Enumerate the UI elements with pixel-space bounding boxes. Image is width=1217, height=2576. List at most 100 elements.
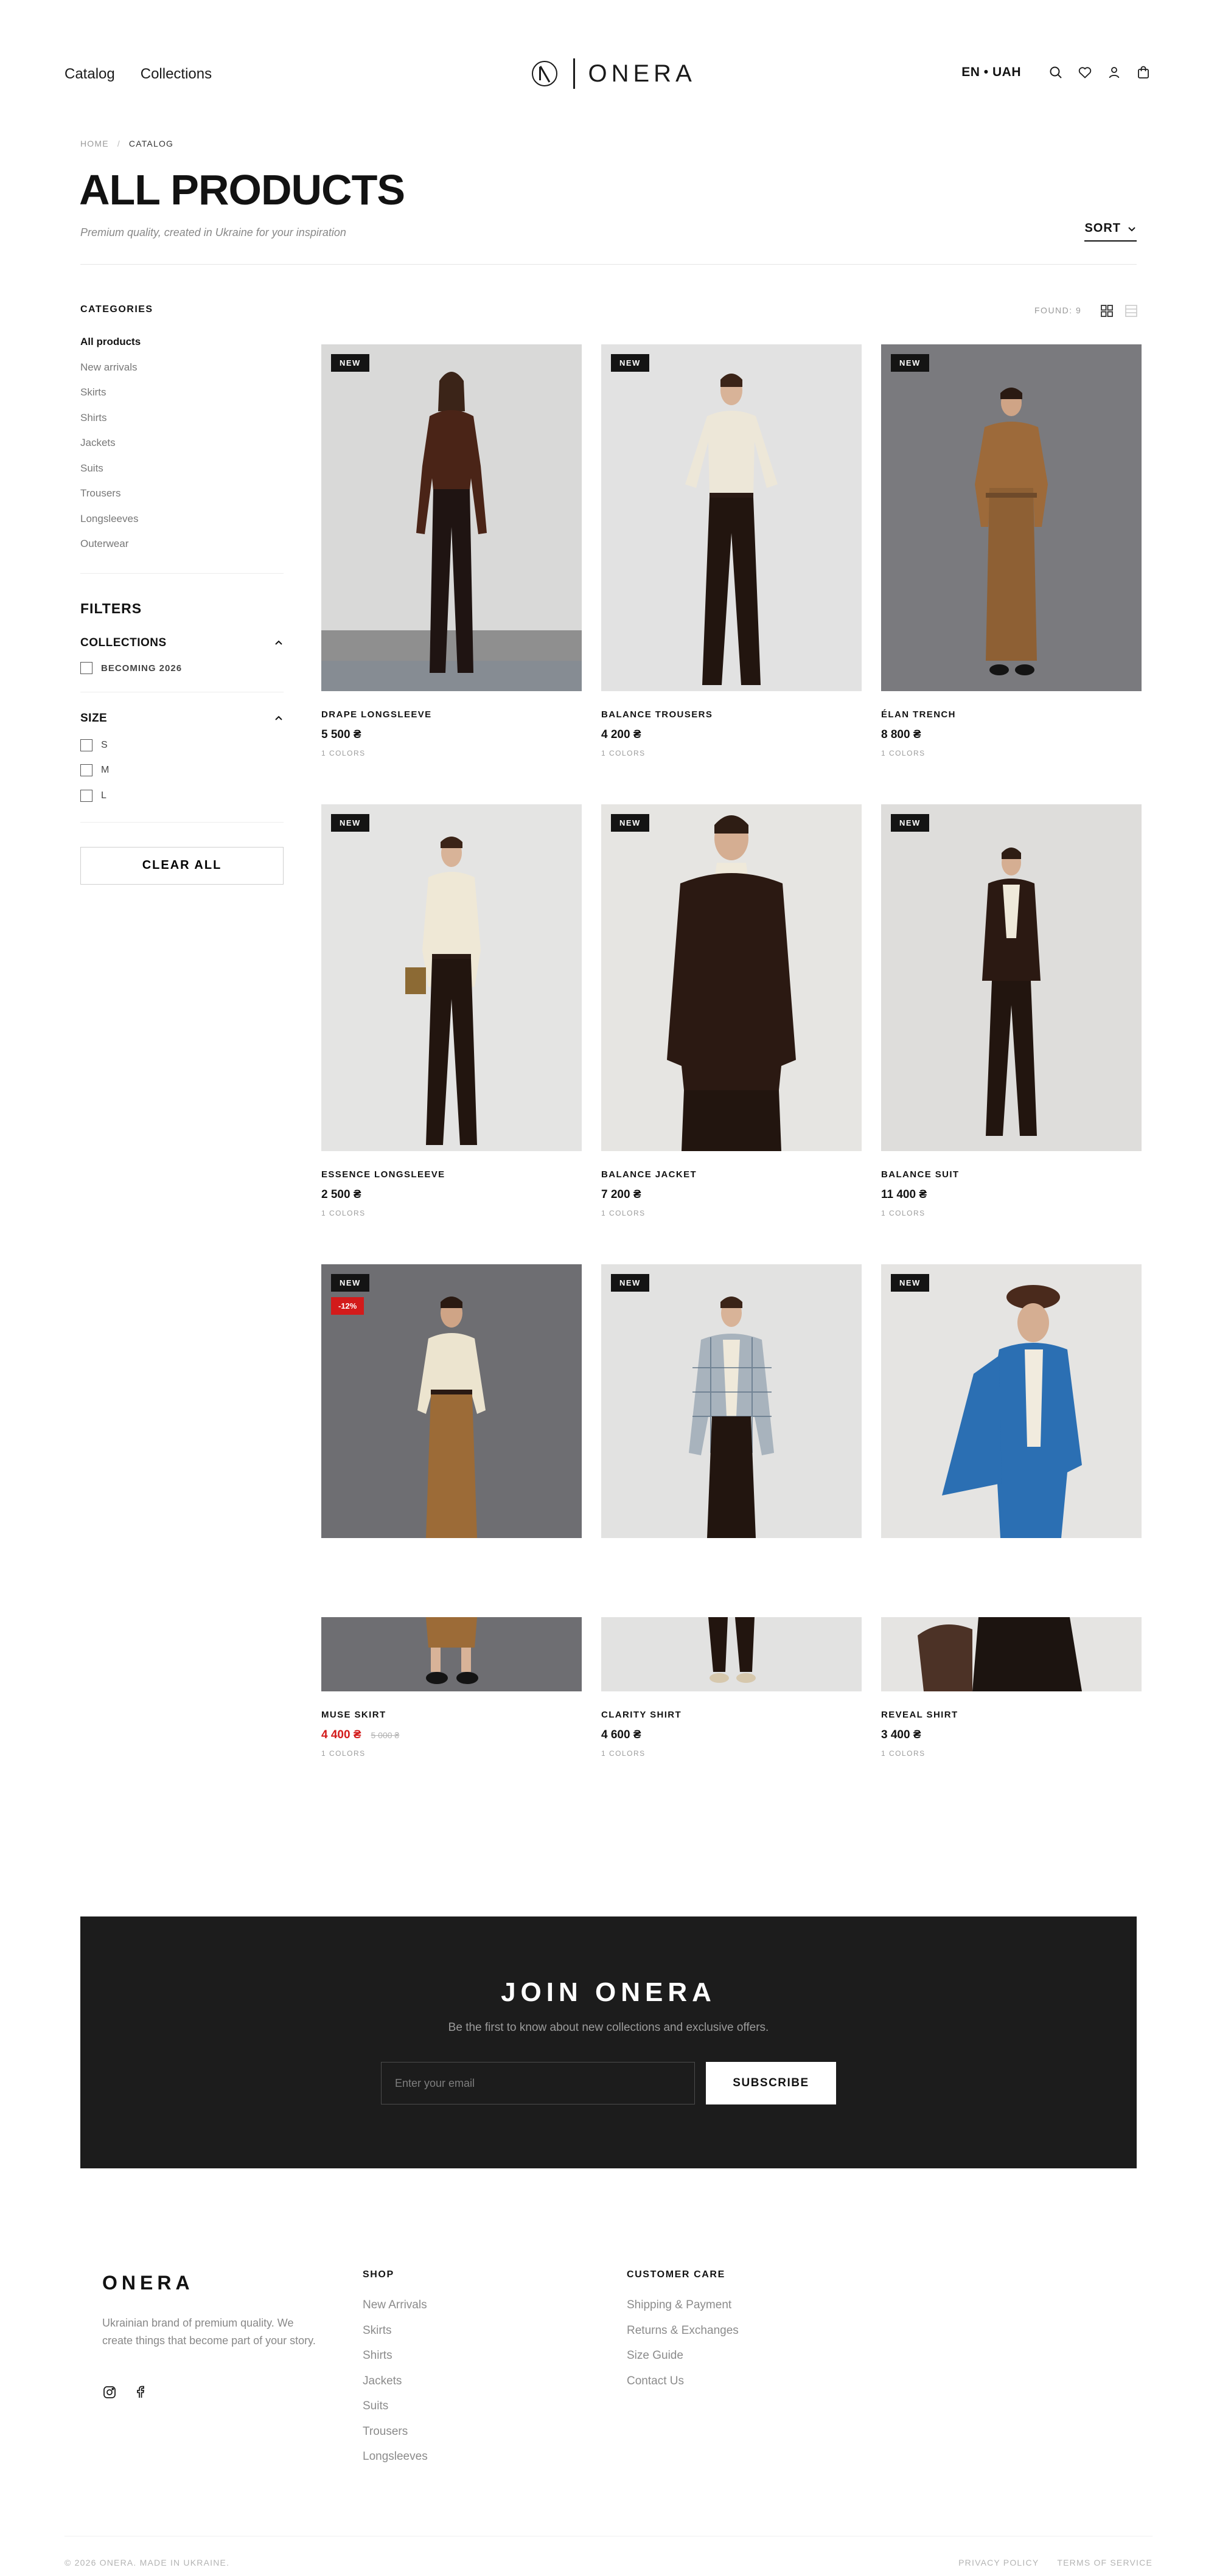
size-options: S M L <box>80 733 284 809</box>
product-image[interactable]: NEW <box>881 1264 1142 1538</box>
product-card[interactable]: NEW BALANCE JACKET 7 200 ₴ 1 COLORS <box>601 804 862 1217</box>
product-image-bottom[interactable] <box>601 1617 862 1691</box>
product-card[interactable]: NEW BALANCE SUIT 11 400 ₴ 1 COLORS <box>881 804 1142 1217</box>
product-colors: 1 COLORS <box>321 1749 366 1758</box>
product-card[interactable]: NEW ESSENCE LONGSLEEVE 2 500 ₴ 1 COLORS <box>321 804 582 1217</box>
product-name[interactable]: ÉLAN TRENCH <box>881 709 1142 720</box>
chevron-up-icon <box>275 640 282 645</box>
size-checkbox[interactable] <box>80 764 92 777</box>
product-image[interactable]: NEW <box>321 344 582 691</box>
product-card[interactable]: NEW DRAPE LONGSLEEVE 5 500 ₴ 1 COLORS <box>321 344 582 757</box>
filter-sidebar: CATEGORIES All products New arrivals Ski… <box>80 304 284 885</box>
header-actions: EN • UAH <box>961 63 1152 82</box>
category-jackets[interactable]: Jackets <box>80 437 284 462</box>
product-card[interactable]: NEW ÉLAN TRENCH 8 800 ₴ 1 COLORS <box>881 344 1142 757</box>
category-new-arrivals[interactable]: New arrivals <box>80 361 284 387</box>
search-icon[interactable] <box>1047 63 1065 82</box>
size-checkbox[interactable] <box>80 739 92 751</box>
product-card[interactable]: NEW CLARITY SHIRT 4 600 ₴ 1 COLORS <box>601 1264 862 1758</box>
subscribe-button[interactable]: SUBSCRIBE <box>706 2062 836 2104</box>
privacy-policy-link[interactable]: PRIVACY POLICY <box>958 2558 1039 2567</box>
product-price: 4 200 ₴ <box>601 728 641 741</box>
copyright-text: © 2026 ONERA. MADE IN UKRAINE. <box>65 2558 230 2567</box>
product-image[interactable]: NEW -12% <box>321 1264 582 1538</box>
footer-shop-heading: SHOP <box>363 2269 394 2280</box>
product-image[interactable]: NEW <box>601 804 862 1151</box>
product-name[interactable]: DRAPE LONGSLEEVE <box>321 709 582 720</box>
product-name[interactable]: BALANCE TROUSERS <box>601 709 862 720</box>
nav-catalog-link[interactable]: Catalog <box>65 66 115 83</box>
category-trousers[interactable]: Trousers <box>80 487 284 513</box>
footer-logo[interactable]: ONERA <box>102 2272 194 2294</box>
user-icon[interactable] <box>1105 63 1123 82</box>
results-count: FOUND: 9 <box>1034 305 1082 315</box>
footer-link-longsleeves[interactable]: Longsleeves <box>363 2450 428 2476</box>
product-image[interactable]: NEW <box>321 804 582 1151</box>
category-outerwear[interactable]: Outerwear <box>80 538 284 563</box>
category-all-products[interactable]: All products <box>80 336 284 361</box>
product-card[interactable]: NEW BALANCE TROUSERS 4 200 ₴ 1 COLORS <box>601 344 862 757</box>
category-longsleeves[interactable]: Longsleeves <box>80 513 284 538</box>
product-image-bottom[interactable] <box>321 1617 582 1691</box>
product-name[interactable]: ESSENCE LONGSLEEVE <box>321 1169 582 1180</box>
page-subtitle: Premium quality, created in Ukraine for … <box>80 226 346 238</box>
cart-icon[interactable] <box>1134 63 1152 82</box>
terms-of-service-link[interactable]: TERMS OF SERVICE <box>1057 2558 1152 2567</box>
category-shirts[interactable]: Shirts <box>80 412 284 437</box>
product-image[interactable]: NEW <box>881 804 1142 1151</box>
sort-dropdown[interactable]: SORT <box>1084 221 1137 242</box>
footer-care-heading: CUSTOMER CARE <box>627 2269 725 2280</box>
product-image[interactable]: NEW <box>601 1264 862 1538</box>
product-image[interactable]: NEW <box>881 344 1142 691</box>
site-logo[interactable]: ONERA <box>532 58 696 89</box>
size-filter-toggle[interactable]: SIZE <box>80 712 284 725</box>
size-option-s[interactable]: S <box>80 733 284 758</box>
legal-links: PRIVACY POLICY TERMS OF SERVICE <box>958 2558 1152 2567</box>
breadcrumb-home-link[interactable]: HOME <box>80 139 109 148</box>
footer-link-shipping[interactable]: Shipping & Payment <box>627 2299 739 2324</box>
product-image-bottom[interactable] <box>881 1617 1142 1691</box>
footer-link-contact[interactable]: Contact Us <box>627 2375 739 2400</box>
collections-filter-toggle[interactable]: COLLECTIONS <box>80 636 284 650</box>
nav-collections-link[interactable]: Collections <box>141 66 212 83</box>
sidebar-divider <box>80 573 284 574</box>
product-name[interactable]: BALANCE JACKET <box>601 1169 862 1180</box>
footer-link-returns[interactable]: Returns & Exchanges <box>627 2324 739 2350</box>
language-currency-switch[interactable]: EN • UAH <box>961 65 1021 80</box>
social-links <box>102 2385 147 2400</box>
footer-link-shirts[interactable]: Shirts <box>363 2349 428 2375</box>
size-checkbox[interactable] <box>80 789 92 802</box>
product-name[interactable]: BALANCE SUIT <box>881 1169 1142 1180</box>
product-name[interactable]: MUSE SKIRT <box>321 1710 582 1720</box>
list-view-icon[interactable] <box>1125 304 1138 318</box>
product-card[interactable]: NEW -12% MUSE SKIRT 4 400 ₴ 5 000 ₴ 1 COL… <box>321 1264 582 1758</box>
footer-link-size-guide[interactable]: Size Guide <box>627 2349 739 2375</box>
product-name[interactable]: REVEAL SHIRT <box>881 1710 1142 1720</box>
facebook-icon[interactable] <box>133 2385 147 2400</box>
category-suits[interactable]: Suits <box>80 462 284 488</box>
footer-link-skirts[interactable]: Skirts <box>363 2324 428 2350</box>
footer-link-new-arrivals[interactable]: New Arrivals <box>363 2299 428 2324</box>
size-label: M <box>101 765 110 776</box>
footer-care-links: Shipping & Payment Returns & Exchanges S… <box>627 2299 739 2400</box>
product-name[interactable]: CLARITY SHIRT <box>601 1710 862 1720</box>
sort-label: SORT <box>1084 221 1121 235</box>
heart-icon[interactable] <box>1076 63 1094 82</box>
product-card[interactable]: NEW REVEAL SHIRT 3 400 ₴ 1 COLORS <box>881 1264 1142 1758</box>
category-skirts[interactable]: Skirts <box>80 386 284 412</box>
footer-link-suits[interactable]: Suits <box>363 2400 428 2425</box>
size-option-l[interactable]: L <box>80 783 284 809</box>
size-option-m[interactable]: M <box>80 758 284 784</box>
clear-all-button[interactable]: CLEAR ALL <box>80 846 284 885</box>
footer-link-trousers[interactable]: Trousers <box>363 2425 428 2451</box>
collection-checkbox[interactable] <box>80 662 92 675</box>
collection-checkbox-row[interactable]: BECOMING 2026 <box>80 656 284 681</box>
product-image[interactable]: NEW <box>601 344 862 691</box>
instagram-icon[interactable] <box>102 2385 117 2400</box>
grid-view-icon[interactable] <box>1100 304 1114 318</box>
main-nav: Catalog Collections <box>65 66 212 83</box>
size-label: L <box>101 790 106 801</box>
newsletter-email-input[interactable] <box>381 2062 695 2104</box>
footer-link-jackets[interactable]: Jackets <box>363 2375 428 2400</box>
breadcrumb-current: CATALOG <box>128 139 174 148</box>
